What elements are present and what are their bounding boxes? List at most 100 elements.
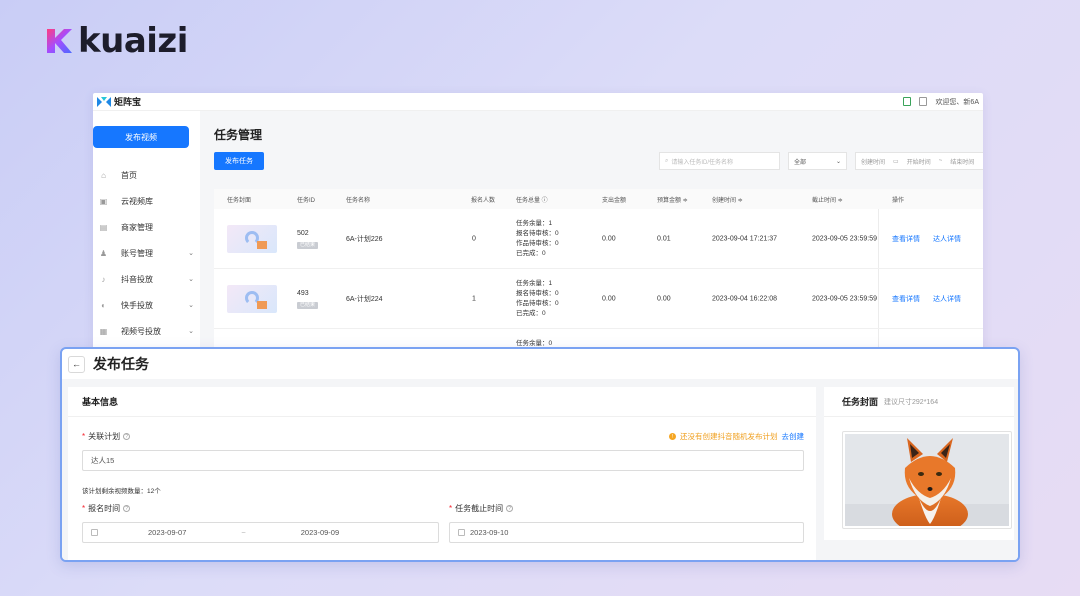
col-name: 任务名称 [346,197,371,204]
sidebar-item-channels[interactable]: ▦ 视频号投放 ⌄ [93,318,200,344]
col-cover: 任务封面 [227,197,252,204]
help-icon[interactable]: ? [123,433,131,440]
create-plan-tip: ! 还没有创建抖音随机发布计划 去创建 [669,431,804,442]
app-logo-text: 矩阵宝 [114,97,142,107]
view-details-link[interactable]: 查看详情 [892,234,920,244]
sidebar-item-label: 抖音投放 [121,274,153,284]
task-stats: 任务余量：1 报名待审核：0 作品待审核：0 已完成：0 [516,219,559,259]
task-table: 任务封面 任务ID 任务名称 报名人数 任务总量 ⓘ 支出金额 预算金额 ≑ 创… [214,189,983,353]
signup-label-text: 报名时间 [88,504,121,513]
view-details-link[interactable]: 查看详情 [892,294,920,304]
col-signup: 报名人数 [471,197,496,204]
sidebar-item-merchants[interactable]: ▤ 商家管理 [93,214,200,240]
end-date-input[interactable]: 结束时间 [950,157,974,166]
cover-panel: 任务封面 建议尺寸292*164 [824,387,1014,540]
task-id: 502 [297,229,309,237]
thumbnail-graphic [257,240,267,249]
deadline-value: 2023-09-10 [470,528,509,537]
sidebar-item-label: 商家管理 [121,222,153,232]
sidebar-item-video-library[interactable]: ▣ 云视频库 [93,188,200,214]
welcome-text[interactable]: 欢迎您、新6A [935,97,979,107]
col-deadline[interactable]: 截止时间 ≑ [812,195,843,204]
col-ops: 操作 [892,197,905,204]
deadline-date-input[interactable]: 2023-09-10 [449,522,804,543]
sidebar-nav: ⌂ 首页 ▣ 云视频库 ▤ 商家管理 ♟ 账号管理 ⌄ ♪ 抖音投放 ⌄ ◐ 快… [93,162,200,344]
plan-label-text: 关联计划 [88,432,121,441]
budget-amount: 0.00 [657,295,671,302]
cover-image-fox [845,434,1009,526]
plan-select[interactable]: 达人15 [82,450,804,471]
matrix-logo-icon [97,96,111,107]
search-input[interactable]: ⌕ 请输入任务ID/任务名称 [659,152,780,170]
start-date-input[interactable]: 开始时间 [907,157,931,166]
talent-details-link[interactable]: 达人详情 [933,234,961,244]
required-mark: * [82,504,86,513]
sidebar-item-label: 快手投放 [121,300,153,310]
sidebar-item-home[interactable]: ⌂ 首页 [93,162,200,188]
talent-details-link[interactable]: 达人详情 [933,294,961,304]
sidebar: 发布视频 ⌂ 首页 ▣ 云视频库 ▤ 商家管理 ♟ 账号管理 ⌄ ♪ 抖音投放 [93,111,200,353]
stat-signup-pending: 报名待审核：0 [516,229,559,237]
create-task-button[interactable]: 发布任务 [214,152,264,170]
date-range-filter[interactable]: 创建时间 ▭ 开始时间 ~ 结束时间 [855,152,983,170]
date-separator: ~ [241,528,246,537]
date-type-select[interactable]: 创建时间 [861,157,885,166]
task-stats: 任务余量：1 报名待审核：0 作品待审核：0 已完成：0 [516,279,559,319]
back-button[interactable]: ← [68,355,85,373]
col-budget[interactable]: 预算金额 ≑ [657,195,688,204]
task-cover-thumbnail [227,224,277,253]
signup-start-date[interactable]: 2023-09-07 [148,528,186,537]
deadline-time: 2023-09-05 23:59:59 [812,295,877,302]
status-badge: 已结束 [297,301,319,309]
sidebar-item-kuaishou[interactable]: ◐ 快手投放 ⌄ [93,292,200,318]
main-content: 任务管理 发布任务 ⌕ 请输入任务ID/任务名称 全部 ⌄ 创建时间 ▭ 开始时… [200,111,983,353]
calendar-icon: ▭ [893,158,899,165]
col-total[interactable]: 任务总量 ⓘ [516,195,548,204]
chevron-down-icon: ⌄ [188,328,194,335]
arrow-left-icon: ← [72,359,81,369]
kuaizi-logo-icon [47,29,72,53]
publish-video-button[interactable]: 发布视频 [93,126,189,148]
created-time: 2023-09-04 17:21:37 [712,235,777,242]
cover-title-row: 任务封面 建议尺寸292*164 [824,387,1014,417]
task-id-cell: 502 已结束 [297,228,319,250]
sidebar-item-douyin[interactable]: ♪ 抖音投放 ⌄ [93,266,200,292]
create-plan-link[interactable]: 去创建 [782,431,805,442]
stat-work-pending: 作品待审核：0 [516,239,559,247]
export-icon[interactable] [919,97,928,106]
cover-upload[interactable] [842,431,1012,529]
video-library-icon: ▣ [99,196,108,206]
document-icon[interactable] [903,97,912,106]
sidebar-item-label: 视频号投放 [121,326,161,336]
help-icon[interactable]: ? [506,505,514,512]
fox-illustration [845,434,1009,526]
stat-completed: 已完成：0 [516,249,546,257]
signup-end-date[interactable]: 2023-09-09 [301,528,339,537]
help-icon[interactable]: ? [123,505,131,512]
channels-icon: ▦ [99,326,108,336]
date-separator: ~ [938,158,943,164]
stat-work-pending: 作品待审核：0 [516,299,559,307]
status-select-value: 全部 [794,159,807,166]
signup-count: 0 [472,235,476,242]
task-name: 6A-计划224 [346,295,383,303]
required-mark: * [82,432,86,441]
basic-info-panel: 基本信息 * 关联计划 ? ! 还没有创建抖音随机发布计划 去创建 达人15 该… [68,387,816,560]
cover-size-hint: 建议尺寸292*164 [884,398,939,406]
spent-amount: 0.00 [602,235,616,242]
table-row: 502 已结束 6A-计划226 0 任务余量：1 报名待审核：0 作品待审核：… [214,209,983,269]
signup-date-range[interactable]: 2023-09-07 ~ 2023-09-09 [82,522,439,543]
table-row: 493 已结束 6A-计划224 1 任务余量：1 报名待审核：0 作品待审核：… [214,269,983,329]
kuaishou-icon: ◐ [101,300,106,310]
kuaizi-logo: kuaizi [44,24,188,58]
modal-header: ← 发布任务 [62,349,1018,379]
deadline-label-text: 任务截止时间 [455,504,504,513]
status-select[interactable]: 全部 ⌄ [788,152,847,170]
col-created[interactable]: 创建时间 ≑ [712,195,743,204]
store-icon: ▤ [99,222,108,232]
modal-title: 发布任务 [93,356,149,372]
modal-body: 基本信息 * 关联计划 ? ! 还没有创建抖音随机发布计划 去创建 达人15 该… [62,379,1018,560]
col-spent: 支出金额 [602,197,627,204]
sidebar-item-accounts[interactable]: ♟ 账号管理 ⌄ [93,240,200,266]
home-icon: ⌂ [101,170,106,180]
